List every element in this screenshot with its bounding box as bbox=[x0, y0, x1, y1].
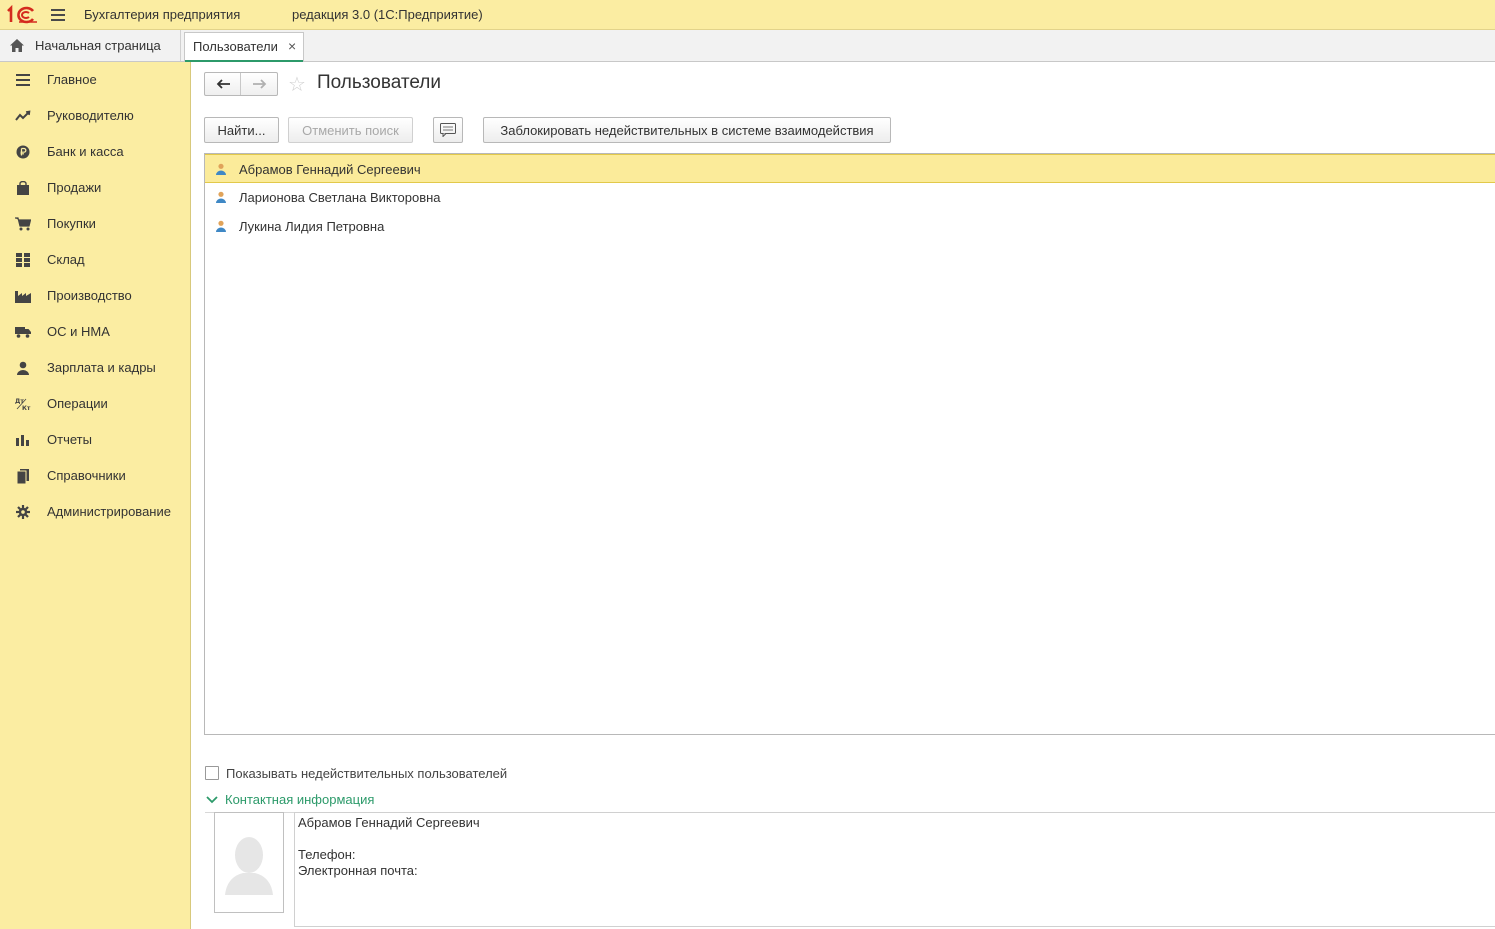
arrow-right-icon bbox=[253, 79, 267, 89]
sidebar-item-label: Администрирование bbox=[47, 504, 171, 519]
arrow-left-icon bbox=[216, 79, 230, 89]
ruble-coin-icon bbox=[15, 144, 31, 160]
books-icon bbox=[15, 468, 31, 484]
sidebar-item-director[interactable]: Руководителю bbox=[0, 98, 190, 134]
sidebar-item-label: Руководителю bbox=[47, 108, 134, 123]
menu-lines-icon bbox=[15, 72, 31, 88]
sidebar-item-label: Банк и касса bbox=[47, 144, 124, 159]
favorite-star-icon[interactable]: ☆ bbox=[288, 72, 306, 97]
gear-icon bbox=[15, 504, 31, 520]
sidebar-item-salary[interactable]: Зарплата и кадры bbox=[0, 350, 190, 386]
contact-name: Абрамов Геннадий Сергеевич bbox=[298, 815, 480, 830]
tab-users-label: Пользователи bbox=[193, 39, 278, 54]
sidebar-item-label: Покупки bbox=[47, 216, 96, 231]
user-icon bbox=[216, 220, 226, 232]
sidebar-item-label: Операции bbox=[47, 396, 108, 411]
bar-chart-icon bbox=[15, 432, 31, 448]
sidebar-item-label: Справочники bbox=[47, 468, 126, 483]
users-list: Абрамов Геннадий Сергеевич Ларионова Све… bbox=[204, 153, 1495, 735]
shopping-bag-icon bbox=[15, 180, 31, 196]
block-invalid-users-button[interactable]: Заблокировать недействительных в системе… bbox=[483, 117, 891, 143]
tab-home-label: Начальная страница bbox=[35, 38, 161, 53]
trend-icon bbox=[15, 108, 31, 124]
sidebar-item-sales[interactable]: Продажи bbox=[0, 170, 190, 206]
truck-icon bbox=[15, 324, 31, 340]
svg-text:Кт: Кт bbox=[22, 405, 31, 411]
tab-users[interactable]: Пользователи × bbox=[184, 32, 304, 62]
contact-info-label: Контактная информация bbox=[225, 792, 375, 807]
avatar-placeholder-icon bbox=[225, 837, 273, 895]
user-icon bbox=[216, 191, 226, 203]
cart-icon bbox=[15, 216, 31, 232]
sidebar-item-label: Продажи bbox=[47, 180, 102, 195]
cancel-search-button[interactable]: Отменить поиск bbox=[288, 117, 413, 143]
sidebar-item-warehouse[interactable]: Склад bbox=[0, 242, 190, 278]
title-bar: Бухгалтерия предприятия редакция 3.0 (1С… bbox=[0, 0, 1495, 30]
sidebar-item-bank[interactable]: Банк и касса bbox=[0, 134, 190, 170]
contact-info-panel: Абрамов Геннадий Сергеевич Телефон: Элек… bbox=[294, 812, 1495, 927]
comment-icon bbox=[440, 123, 456, 137]
person-icon bbox=[15, 360, 31, 376]
1c-logo-icon bbox=[7, 5, 37, 24]
sidebar-item-references[interactable]: Справочники bbox=[0, 458, 190, 494]
sidebar-item-label: Производство bbox=[47, 288, 132, 303]
sidebar-item-purchases[interactable]: Покупки bbox=[0, 206, 190, 242]
app-title: Бухгалтерия предприятия bbox=[84, 7, 241, 22]
sidebar-item-label: Зарплата и кадры bbox=[47, 360, 156, 375]
dt-kt-icon: Дт Кт bbox=[15, 396, 31, 412]
page-title: Пользователи bbox=[317, 72, 442, 93]
contact-phone-label: Телефон: bbox=[298, 847, 356, 862]
list-item[interactable]: Абрамов Геннадий Сергеевич bbox=[205, 154, 1495, 183]
comment-button[interactable] bbox=[433, 117, 463, 143]
history-nav bbox=[204, 72, 278, 96]
sidebar-item-production[interactable]: Производство bbox=[0, 278, 190, 314]
app-edition: редакция 3.0 (1С:Предприятие) bbox=[292, 7, 483, 22]
svg-text:Дт: Дт bbox=[15, 398, 24, 405]
back-button[interactable] bbox=[205, 73, 241, 95]
user-name: Лукина Лидия Петровна bbox=[239, 219, 385, 234]
contact-email-label: Электронная почта: bbox=[298, 863, 418, 878]
tab-bar: Начальная страница Пользователи × bbox=[0, 30, 1495, 62]
sidebar-item-main[interactable]: Главное bbox=[0, 62, 190, 98]
sidebar-item-operations[interactable]: Дт Кт Операции bbox=[0, 386, 190, 422]
sidebar-item-label: Склад bbox=[47, 252, 85, 267]
sidebar-item-label: Главное bbox=[47, 72, 97, 87]
show-invalid-users-label: Показывать недействительных пользователе… bbox=[226, 766, 508, 781]
sidebar: Главное Руководителю Банк и касса Продаж… bbox=[0, 62, 191, 929]
find-button[interactable]: Найти... bbox=[204, 117, 279, 143]
factory-icon bbox=[15, 288, 31, 304]
sidebar-item-reports[interactable]: Отчеты bbox=[0, 422, 190, 458]
user-photo[interactable] bbox=[214, 812, 284, 913]
close-tab-icon[interactable]: × bbox=[288, 38, 296, 54]
sidebar-item-administration[interactable]: Администрирование bbox=[0, 494, 190, 530]
tab-home[interactable]: Начальная страница bbox=[0, 30, 181, 61]
sidebar-item-assets[interactable]: ОС и НМА bbox=[0, 314, 190, 350]
home-icon bbox=[10, 39, 24, 52]
forward-button[interactable] bbox=[242, 73, 278, 95]
sidebar-item-label: Отчеты bbox=[47, 432, 92, 447]
user-icon bbox=[216, 163, 226, 175]
user-name: Абрамов Геннадий Сергеевич bbox=[239, 162, 421, 177]
warehouse-grid-icon bbox=[15, 252, 31, 268]
user-name: Ларионова Светлана Викторовна bbox=[239, 190, 441, 205]
chevron-down-icon bbox=[206, 796, 218, 804]
list-item[interactable]: Лукина Лидия Петровна bbox=[205, 212, 1495, 241]
active-tab-indicator bbox=[185, 60, 303, 62]
list-item[interactable]: Ларионова Светлана Викторовна bbox=[205, 183, 1495, 212]
show-invalid-users-checkbox[interactable] bbox=[205, 766, 219, 780]
sidebar-item-label: ОС и НМА bbox=[47, 324, 110, 339]
main-menu-icon[interactable] bbox=[51, 8, 67, 22]
